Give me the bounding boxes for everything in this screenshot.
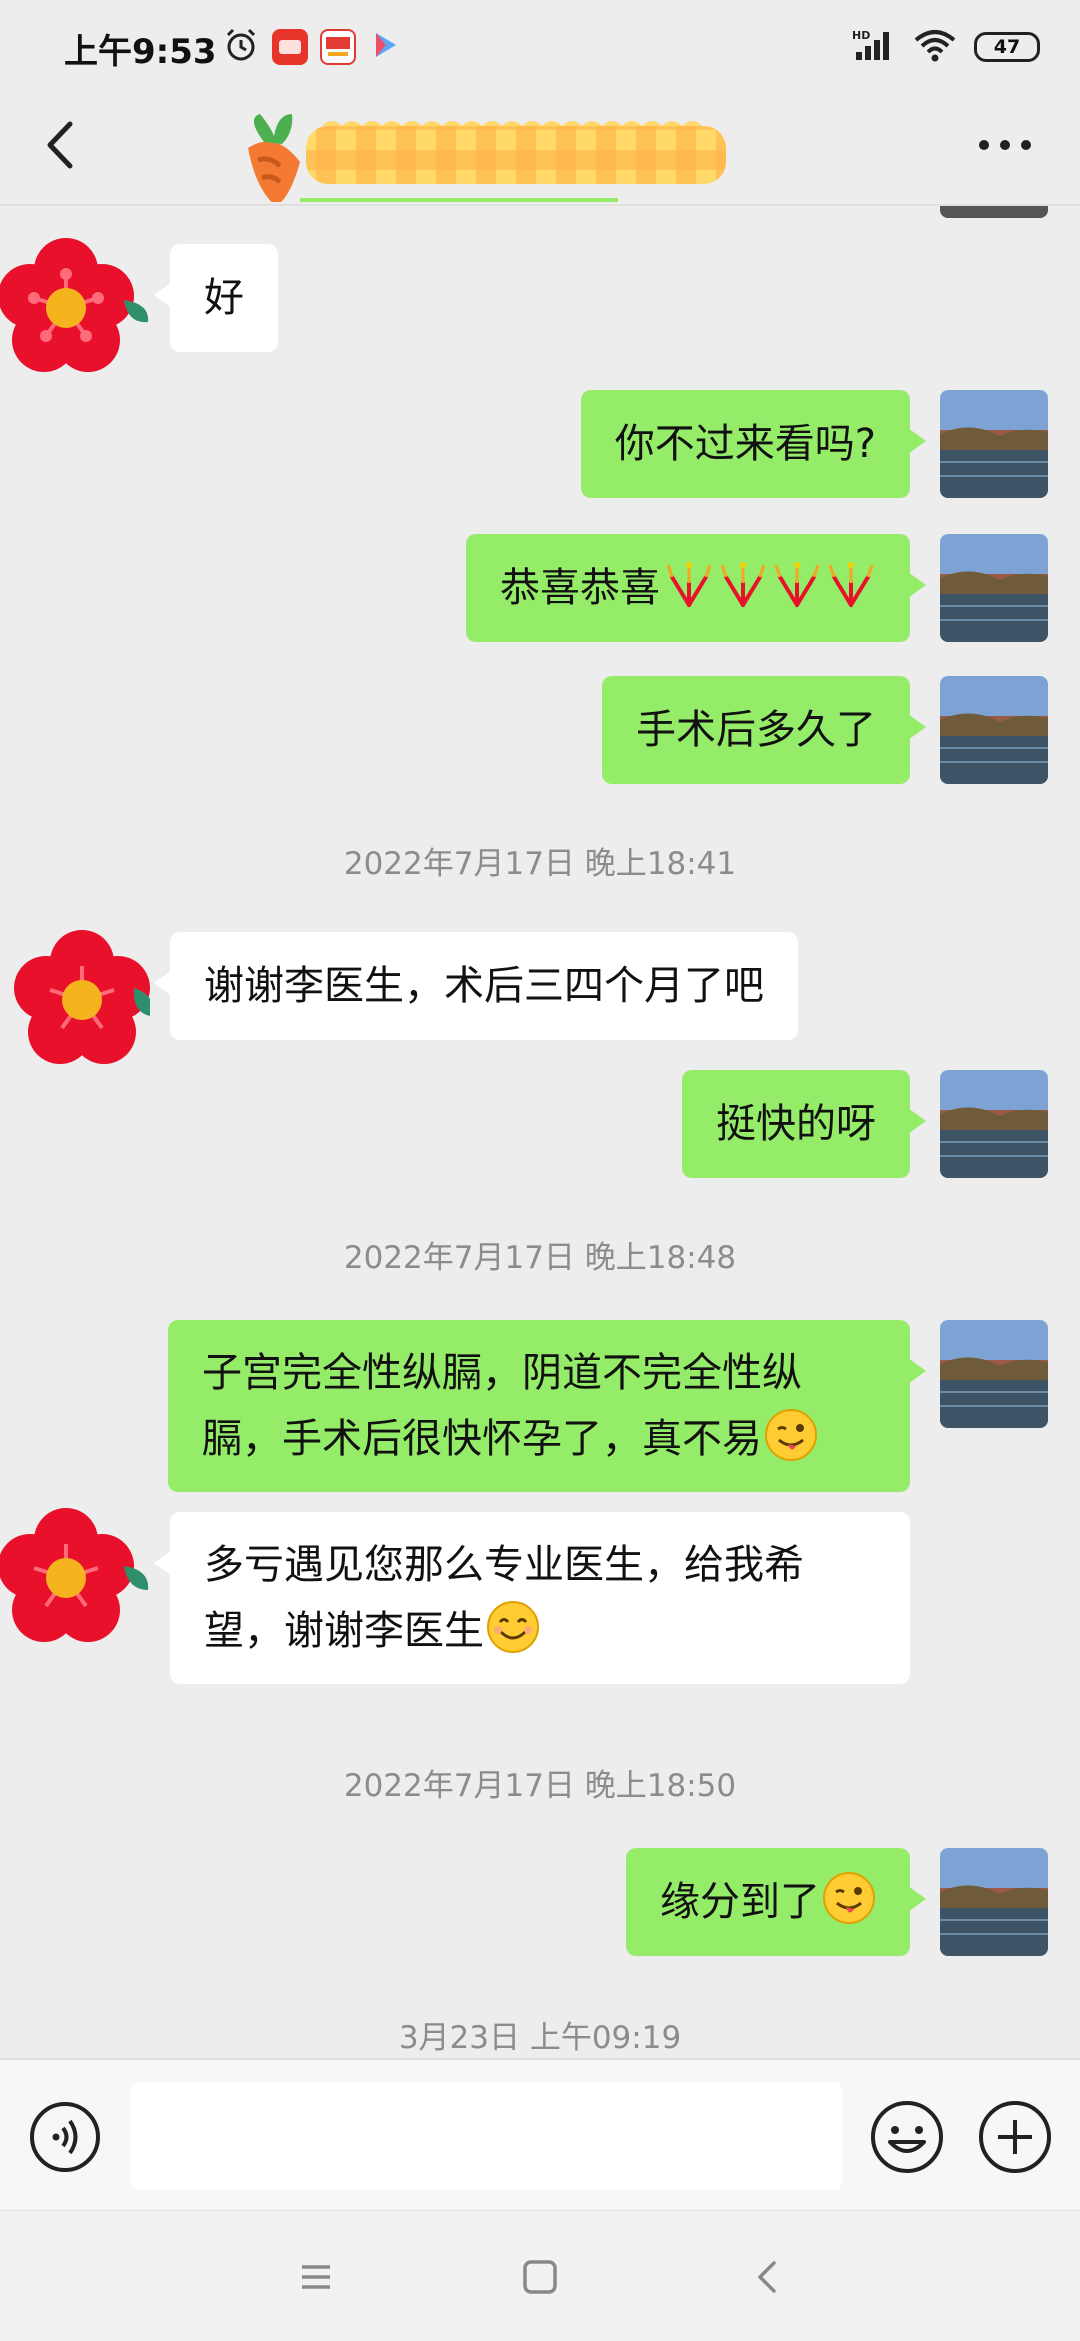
message-bubble[interactable]: 子宫完全性纵膈，阴道不完全性纵膈，手术后很快怀孕了，真不易 [168,1320,926,1492]
more-functions-button[interactable] [976,2098,1054,2176]
kan-dian-app-icon [272,29,308,65]
message-bubble[interactable]: 手术后多久了 [602,676,926,784]
message-bubble[interactable]: 你不过来看吗? [580,390,927,498]
chevron-left-icon [47,121,73,169]
message-text: 恭喜恭喜 [500,565,660,611]
message-timestamp: 2022年7月17日 晚上18:48 [343,1240,737,1276]
lake-landscape-icon [940,1320,1048,1428]
lake-landscape-icon [940,534,1048,642]
video-app-icon [368,28,402,66]
message-text: 缘分到了 [660,1879,820,1925]
contact-avatar[interactable] [0,920,152,1080]
chat-header [0,100,1080,206]
user-avatar[interactable] [940,534,1048,642]
nav-menu-button[interactable] [288,2249,344,2305]
user-avatar[interactable] [940,1320,1048,1428]
message-timestamp: 2022年7月17日 晚上18:50 [343,1768,737,1804]
wink-tongue-emoji-icon [820,1872,876,1925]
network-label: HD [852,29,870,42]
carrot-icon [248,114,300,206]
lake-landscape-icon [940,676,1048,784]
emoji-icon [871,2101,943,2173]
wink-tongue-emoji-icon [762,1409,818,1462]
message-bubble[interactable]: 恭喜恭喜 [466,534,926,642]
toutiao-app-icon [320,29,356,65]
status-time: 上午9:53 [64,32,217,72]
message-input-bar [0,2058,1080,2212]
message-input[interactable] [130,2082,842,2190]
title-sticker [236,70,776,206]
lake-landscape-icon [940,1070,1048,1178]
user-avatar[interactable] [940,676,1048,784]
lake-landscape-icon [940,1848,1048,1956]
alarm-icon [222,26,260,68]
more-button[interactable] [970,120,1040,170]
message-bubble[interactable]: 好 [154,244,278,352]
red-flower-icon [14,930,152,1064]
nav-home-button[interactable] [512,2249,568,2305]
plus-icon [979,2101,1051,2173]
voice-icon [30,2102,100,2172]
wifi-icon [914,28,956,66]
back-button[interactable] [30,110,90,180]
menu-icon [302,2265,330,2289]
back-triangle-icon [758,2261,776,2293]
firework-emoji-icon [660,562,876,611]
contact-avatar[interactable] [0,230,150,390]
message-bubble[interactable]: 谢谢李医生，术后三四个月了吧 [154,932,798,1040]
nav-back-button[interactable] [740,2249,796,2305]
signal-icon: HD [852,28,896,66]
chat-area[interactable]: 好 你不过来看吗? 恭喜恭喜 手术后多久了 2022年7月17日 晚上18:41… [0,206,1080,2056]
user-avatar[interactable] [940,1070,1048,1178]
battery-indicator: 47 [974,32,1040,62]
message-bubble[interactable]: 多亏遇见您那么专业医生，给我希望，谢谢李医生 [154,1512,910,1684]
red-flower-icon [0,1508,149,1642]
red-flower-icon [0,238,149,372]
user-avatar[interactable] [940,390,1048,498]
smile-emoji-icon [484,1601,540,1654]
home-square-icon [523,2260,557,2294]
message-timestamp: 3月23日 上午09:19 [398,2020,682,2056]
message-timestamp: 2022年7月17日 晚上18:41 [343,846,737,882]
message-text: 子宫完全性纵膈，阴道不完全性纵膈，手术后很快怀孕了，真不易 [202,1350,802,1462]
message-bubble[interactable]: 挺快的呀 [682,1070,926,1178]
emoji-button[interactable] [868,2098,946,2176]
lake-landscape-icon [940,390,1048,498]
message-bubble[interactable]: 缘分到了 [626,1848,926,1956]
avatar-partial [940,206,1048,218]
status-app-icons [222,26,402,68]
contact-avatar[interactable] [0,1498,150,1658]
more-dots-icon [979,140,1031,150]
system-nav-bar [0,2210,1080,2341]
status-right: HD 47 [852,28,1040,66]
voice-button[interactable] [28,2100,102,2174]
user-avatar[interactable] [940,1848,1048,1956]
